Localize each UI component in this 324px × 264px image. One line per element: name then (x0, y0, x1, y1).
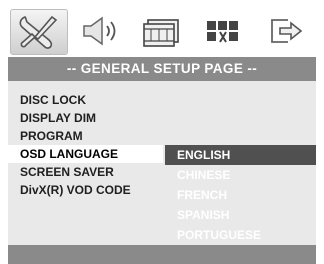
language-options: ENGLISH CHINESE FRENCH SPANISH PORTUGUES… (165, 145, 316, 245)
menu-item-screen-saver[interactable]: SCREEN SAVER (8, 163, 163, 181)
settings-panel: DISC LOCK DISPLAY DIM PROGRAM OSD LANGUA… (8, 81, 316, 245)
tab-exit[interactable] (258, 9, 314, 53)
option-spanish[interactable]: SPANISH (165, 205, 316, 225)
option-portuguese[interactable]: PORTUGUESE (165, 225, 316, 245)
tab-bar (8, 6, 316, 57)
page-title: -- GENERAL SETUP PAGE -- (8, 57, 316, 81)
menu-item-display-dim[interactable]: DISPLAY DIM (8, 109, 163, 127)
bottom-bar (8, 245, 316, 264)
menu-item-divx-vod-code[interactable]: DivX(R) VOD CODE (8, 181, 163, 199)
tab-video-setup[interactable] (134, 9, 190, 53)
menu-item-osd-language[interactable]: OSD LANGUAGE (8, 145, 163, 163)
preference-icon (207, 21, 238, 43)
setup-menu: DISC LOCK DISPLAY DIM PROGRAM OSD LANGUA… (8, 91, 163, 199)
option-english[interactable]: ENGLISH (165, 145, 316, 165)
speaker-icon (83, 16, 116, 46)
exit-icon (271, 19, 303, 43)
film-icon (143, 19, 179, 47)
menu-item-program[interactable]: PROGRAM (8, 127, 163, 145)
tab-preference[interactable] (196, 9, 252, 53)
tools-icon (19, 15, 58, 49)
menu-item-disc-lock[interactable]: DISC LOCK (8, 91, 163, 109)
option-chinese[interactable]: CHINESE (165, 165, 316, 185)
tab-audio-setup[interactable] (72, 9, 128, 53)
tab-general-setup[interactable] (10, 9, 68, 55)
option-french[interactable]: FRENCH (165, 185, 316, 205)
